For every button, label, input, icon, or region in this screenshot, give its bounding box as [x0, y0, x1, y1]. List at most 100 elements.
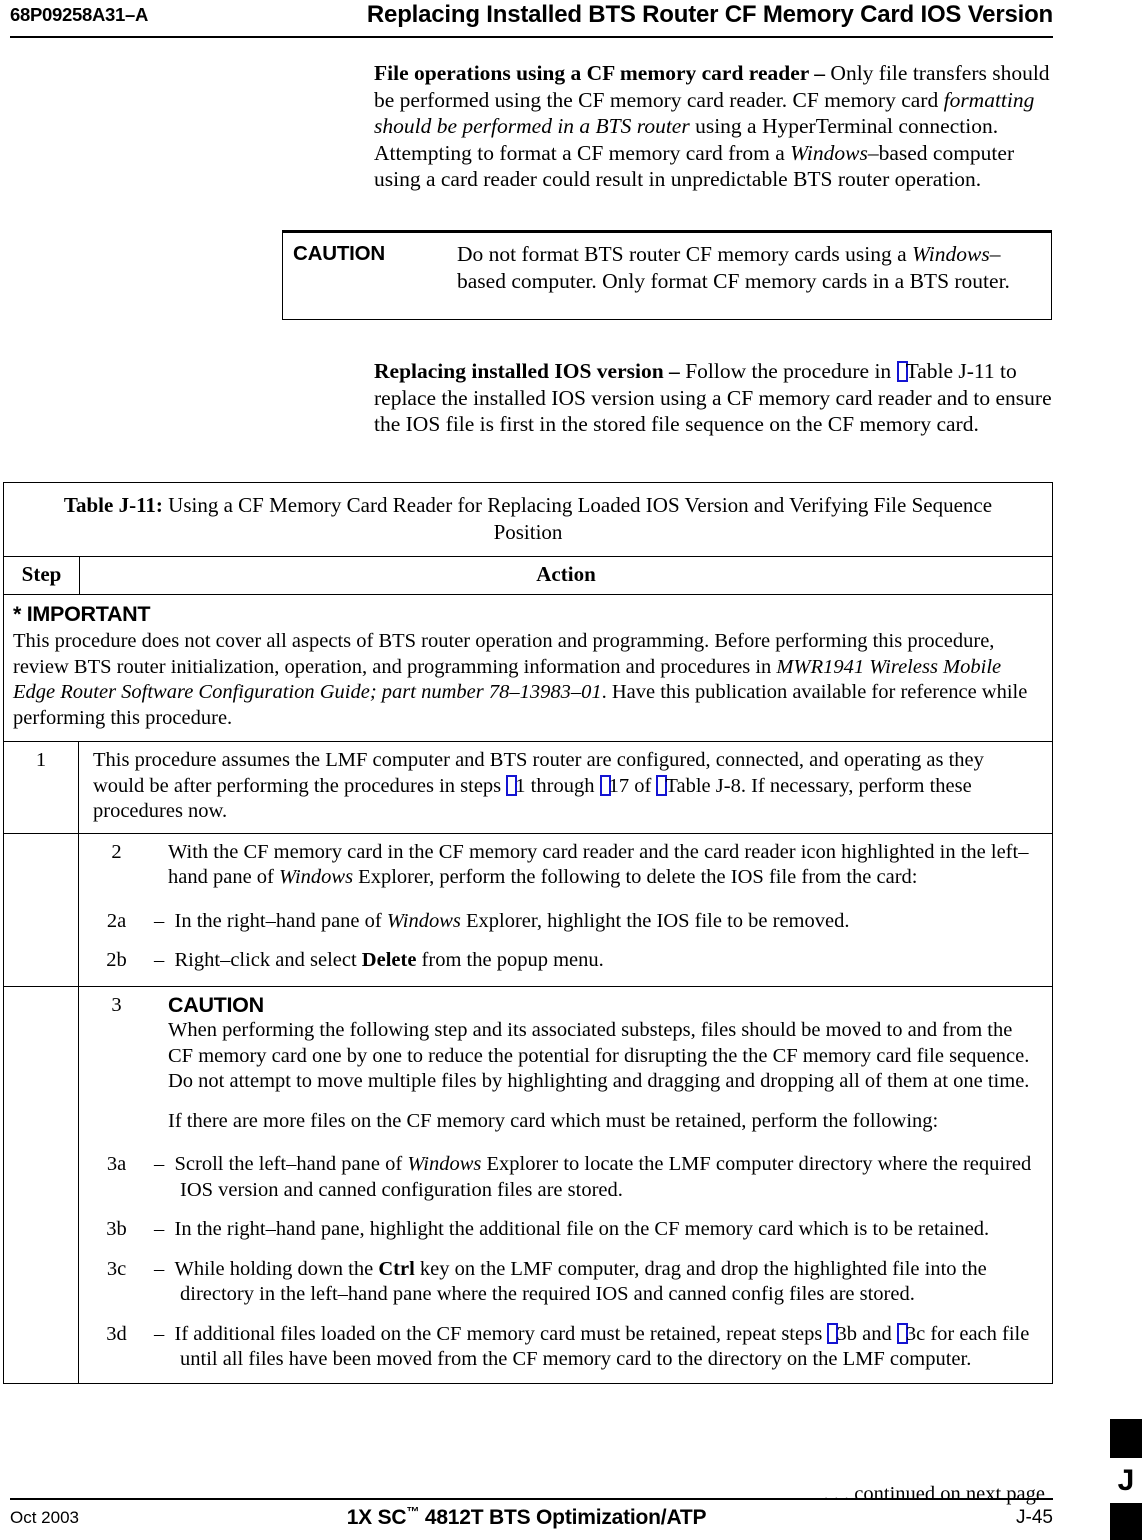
xref-target-label[interactable]: Table J-8: [665, 775, 740, 797]
substep-dash: –: [154, 909, 165, 932]
footer-document-title: 1X SC™ 4812T BTS Optimization/ATP: [0, 1504, 1053, 1530]
thumb-tab-letter: J: [1117, 1464, 1135, 1497]
substep-text-part: Scroll the left–hand pane of: [174, 1153, 408, 1175]
xref-target-label[interactable]: 17: [609, 775, 630, 797]
xref-target-label[interactable]: 1: [515, 775, 525, 797]
emphasis-windows: Windows: [407, 1153, 482, 1175]
xref-target-label[interactable]: 3b: [836, 1323, 857, 1345]
paragraph-file-operations: File operations using a CF memory card r…: [374, 60, 1054, 193]
substep-number: 3d: [106, 1322, 127, 1345]
substep-action-text: – While holding down the Ctrl key on the…: [154, 1257, 1052, 1308]
substep-number: 3a: [106, 1153, 127, 1175]
substep-line: 2b – Right–click and select Delete from …: [79, 948, 1052, 974]
table-caption-number: Table J-11:: [63, 493, 163, 517]
substep-text-part: If additional files loaded on the CF mem…: [174, 1322, 828, 1345]
step-action-text: With the CF memory card in the CF memory…: [154, 840, 1052, 891]
substep-action-text: – Scroll the left–hand pane of Windows E…: [154, 1152, 1052, 1203]
substep-line: 3c – While holding down the Ctrl key on …: [79, 1257, 1052, 1308]
step-line: 3 CAUTION When performing the following …: [79, 993, 1052, 1135]
trademark-icon: ™: [406, 1504, 420, 1519]
header-divider: [10, 36, 1053, 38]
emphasis-windows: Windows: [912, 242, 990, 266]
substep-dash: –: [154, 1257, 165, 1280]
caution-label: CAUTION: [168, 992, 264, 1017]
step-intro-text: If there are more files on the CF memory…: [168, 1109, 939, 1132]
caution-label: CAUTION: [293, 242, 385, 265]
substep-text-part: and: [856, 1322, 897, 1345]
substep-line: 2a – In the right–hand pane of Windows E…: [79, 909, 1052, 935]
substep-action-text: – If additional files loaded on the CF m…: [154, 1322, 1052, 1373]
caution-text-part: Do not format BTS router CF memory cards…: [457, 242, 913, 266]
thumb-tab-block-upper: [1110, 1419, 1142, 1458]
substep-dash: –: [154, 1153, 165, 1175]
keyword-ctrl: Ctrl: [378, 1257, 415, 1280]
caution-text: Do not format BTS router CF memory cards…: [457, 241, 1041, 294]
step-number-column: [4, 833, 79, 986]
step-text-part: Explorer, perform the following to delet…: [353, 866, 918, 888]
step-number: 3: [111, 993, 122, 1016]
step-action-column: 3 CAUTION When performing the following …: [79, 987, 1052, 1383]
step-number: 1: [4, 742, 79, 833]
substep-dash: –: [154, 949, 165, 971]
xref-target-label[interactable]: Table J-11: [906, 359, 995, 383]
emphasis-windows: Windows: [790, 140, 868, 165]
substep-text-part: In the right–hand pane of: [174, 909, 387, 932]
substep-number: 3c: [106, 1257, 127, 1280]
page-title: Replacing Installed BTS Router CF Memory…: [366, 1, 1053, 28]
column-header-action: Action: [536, 562, 596, 586]
substep-text-part: In the right–hand pane, highlight the ad…: [174, 1218, 990, 1240]
keyword-delete: Delete: [361, 949, 417, 971]
substep-action-text: – In the right–hand pane, highlight the …: [154, 1217, 1052, 1243]
footer-page-number: J-45: [1016, 1507, 1053, 1528]
substep-number: 2a: [106, 909, 127, 932]
step-number-column: [4, 986, 79, 1383]
footer-title-part: 4812T BTS Optimization/ATP: [419, 1506, 707, 1529]
xref-target-label[interactable]: 3c: [906, 1323, 925, 1345]
paragraph-text: Follow the procedure in: [685, 359, 897, 383]
step-action-text: This procedure assumes the LMF computer …: [79, 742, 1052, 833]
emphasis-windows: Windows: [279, 866, 354, 888]
substep-action-text: – In the right–hand pane of Windows Expl…: [154, 909, 1052, 935]
emphasis-windows: Windows: [386, 909, 461, 932]
page-header: 68P09258A31–A Replacing Installed BTS Ro…: [0, 0, 1142, 40]
step-action-text: CAUTION When performing the following st…: [154, 993, 1052, 1135]
substep-action-text: – Right–click and select Delete from the…: [154, 948, 1052, 974]
substep-dash: –: [154, 1218, 165, 1240]
column-header-step: Step: [4, 557, 80, 594]
important-text: This procedure does not cover all aspect…: [13, 629, 1043, 731]
step-line: 2 With the CF memory card in the CF memo…: [79, 840, 1052, 891]
step-action-column: 2 With the CF memory card in the CF memo…: [79, 834, 1052, 986]
paragraph-lead-in: Replacing installed IOS version –: [374, 359, 686, 383]
table-row: 3 CAUTION When performing the following …: [4, 986, 1052, 1384]
continued-on-next-page-note: . . . continued on next page: [823, 1483, 1045, 1505]
footer-title-part: 1X SC: [346, 1506, 407, 1529]
step-text-part: of: [629, 774, 657, 797]
step-number: 2: [111, 840, 122, 863]
important-label: * IMPORTANT: [13, 602, 151, 626]
substep-number: 2b: [106, 949, 127, 971]
substep-line: 3d – If additional files loaded on the C…: [79, 1322, 1052, 1373]
caution-text: When performing the following step and i…: [168, 1019, 1030, 1092]
substep-text-part: While holding down the: [174, 1257, 379, 1280]
step-text-part: through: [525, 774, 600, 797]
table-row: 2 With the CF memory card in the CF memo…: [4, 833, 1052, 987]
caution-callout-box: CAUTION Do not format BTS router CF memo…: [282, 230, 1052, 320]
substep-text-part: Right–click and select: [174, 949, 362, 971]
table-row: 1 This procedure assumes the LMF compute…: [4, 742, 1052, 834]
table-header-row: Step Action: [4, 557, 1052, 595]
substep-dash: –: [154, 1322, 165, 1345]
procedure-table: Table J-11: Using a CF Memory Card Reade…: [3, 482, 1053, 1384]
table-caption: Table J-11: Using a CF Memory Card Reade…: [4, 483, 1052, 557]
thumb-tab-block-lower: [1110, 1503, 1142, 1540]
important-note-row: * IMPORTANT This procedure does not cove…: [4, 595, 1052, 742]
substep-line: 3a – Scroll the left–hand pane of Window…: [79, 1152, 1052, 1203]
step-paragraph: This procedure assumes the LMF computer …: [93, 748, 1040, 825]
footer-divider: [10, 1498, 1053, 1500]
paragraph-replacing-ios: Replacing installed IOS version – Follow…: [374, 358, 1054, 438]
substep-number: 3b: [106, 1218, 127, 1240]
substep-text-part: from the popup menu.: [416, 949, 604, 971]
substep-line: 3b – In the right–hand pane, highlight t…: [79, 1217, 1052, 1243]
substep-text-part: Explorer, highlight the IOS file to be r…: [460, 909, 850, 932]
table-caption-text: Using a CF Memory Card Reader for Replac…: [162, 493, 993, 544]
paragraph-lead-in: File operations using a CF memory card r…: [374, 61, 831, 85]
